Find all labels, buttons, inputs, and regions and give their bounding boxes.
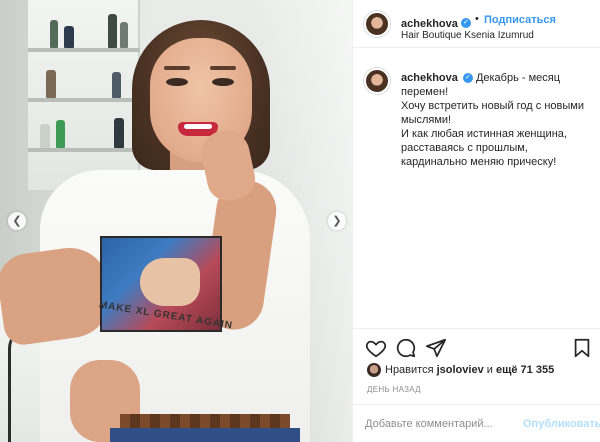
shirt-print-figure (140, 258, 200, 306)
eye (212, 78, 234, 86)
caption-username[interactable]: achekhova (401, 72, 458, 84)
caption-body: Декабрь - месяц перемен! Хочу встретить … (401, 72, 584, 168)
chevron-left-icon: ❮ (12, 215, 22, 227)
caption-text-block: achekhova ✓ Декабрь - месяц перемен! Хочу… (401, 71, 591, 169)
eyebrow (164, 66, 190, 70)
share-icon[interactable] (425, 337, 447, 359)
bottle (114, 118, 124, 148)
carousel-prev-button[interactable]: ❮ (8, 212, 26, 230)
follow-button[interactable]: Подписаться (484, 14, 556, 26)
likes-prefix: Нравится (385, 363, 434, 376)
bottle (64, 26, 74, 48)
post-side-panel: achekhova ✓ • Подписаться Hair Boutique K… (352, 0, 600, 442)
avatar[interactable] (364, 68, 390, 94)
bookmark-icon[interactable] (571, 337, 593, 359)
post-photo[interactable]: MAKE XL GREAT AGAIN ❮ ❯ (0, 0, 352, 442)
publish-button[interactable]: Опубликовать (523, 418, 600, 430)
jeans (110, 428, 300, 442)
chevron-right-icon: ❯ (332, 215, 342, 227)
avatar[interactable] (364, 11, 390, 37)
liker-username[interactable]: jsoloviev (437, 364, 484, 376)
username[interactable]: achekhova (401, 18, 458, 30)
bottle (50, 20, 58, 48)
location-link[interactable]: Hair Boutique Ksenia Izumrud (401, 30, 534, 41)
comment-icon[interactable] (395, 337, 417, 359)
bottle (120, 22, 128, 48)
shelf (28, 48, 140, 52)
shelf (28, 98, 140, 102)
bottle (40, 124, 50, 148)
verified-badge-icon: ✓ (460, 17, 471, 28)
bottle (112, 72, 121, 98)
carousel-next-button[interactable]: ❯ (328, 212, 346, 230)
post-timestamp[interactable]: ДЕНЬ НАЗАД (367, 385, 421, 394)
heart-icon[interactable] (365, 337, 387, 359)
likes-joiner: и (486, 363, 493, 376)
smile (184, 124, 212, 129)
bottle (108, 14, 117, 48)
eyebrow (210, 66, 236, 70)
comment-input[interactable] (365, 415, 515, 433)
likes-summary[interactable]: Нравится jsoloviev и ещё 71 355 (367, 363, 554, 377)
comment-form: Опубликовать (353, 404, 600, 442)
likes-count[interactable]: ещё 71 355 (496, 364, 554, 376)
verified-badge-icon: ✓ (462, 73, 473, 84)
liker-avatar (367, 363, 381, 377)
bottle (56, 120, 65, 148)
shelf (28, 148, 140, 152)
post-header: achekhova ✓ • Подписаться Hair Boutique K… (353, 0, 600, 48)
bottle (46, 70, 56, 98)
separator-dot: • (475, 13, 479, 25)
eye (166, 78, 188, 86)
